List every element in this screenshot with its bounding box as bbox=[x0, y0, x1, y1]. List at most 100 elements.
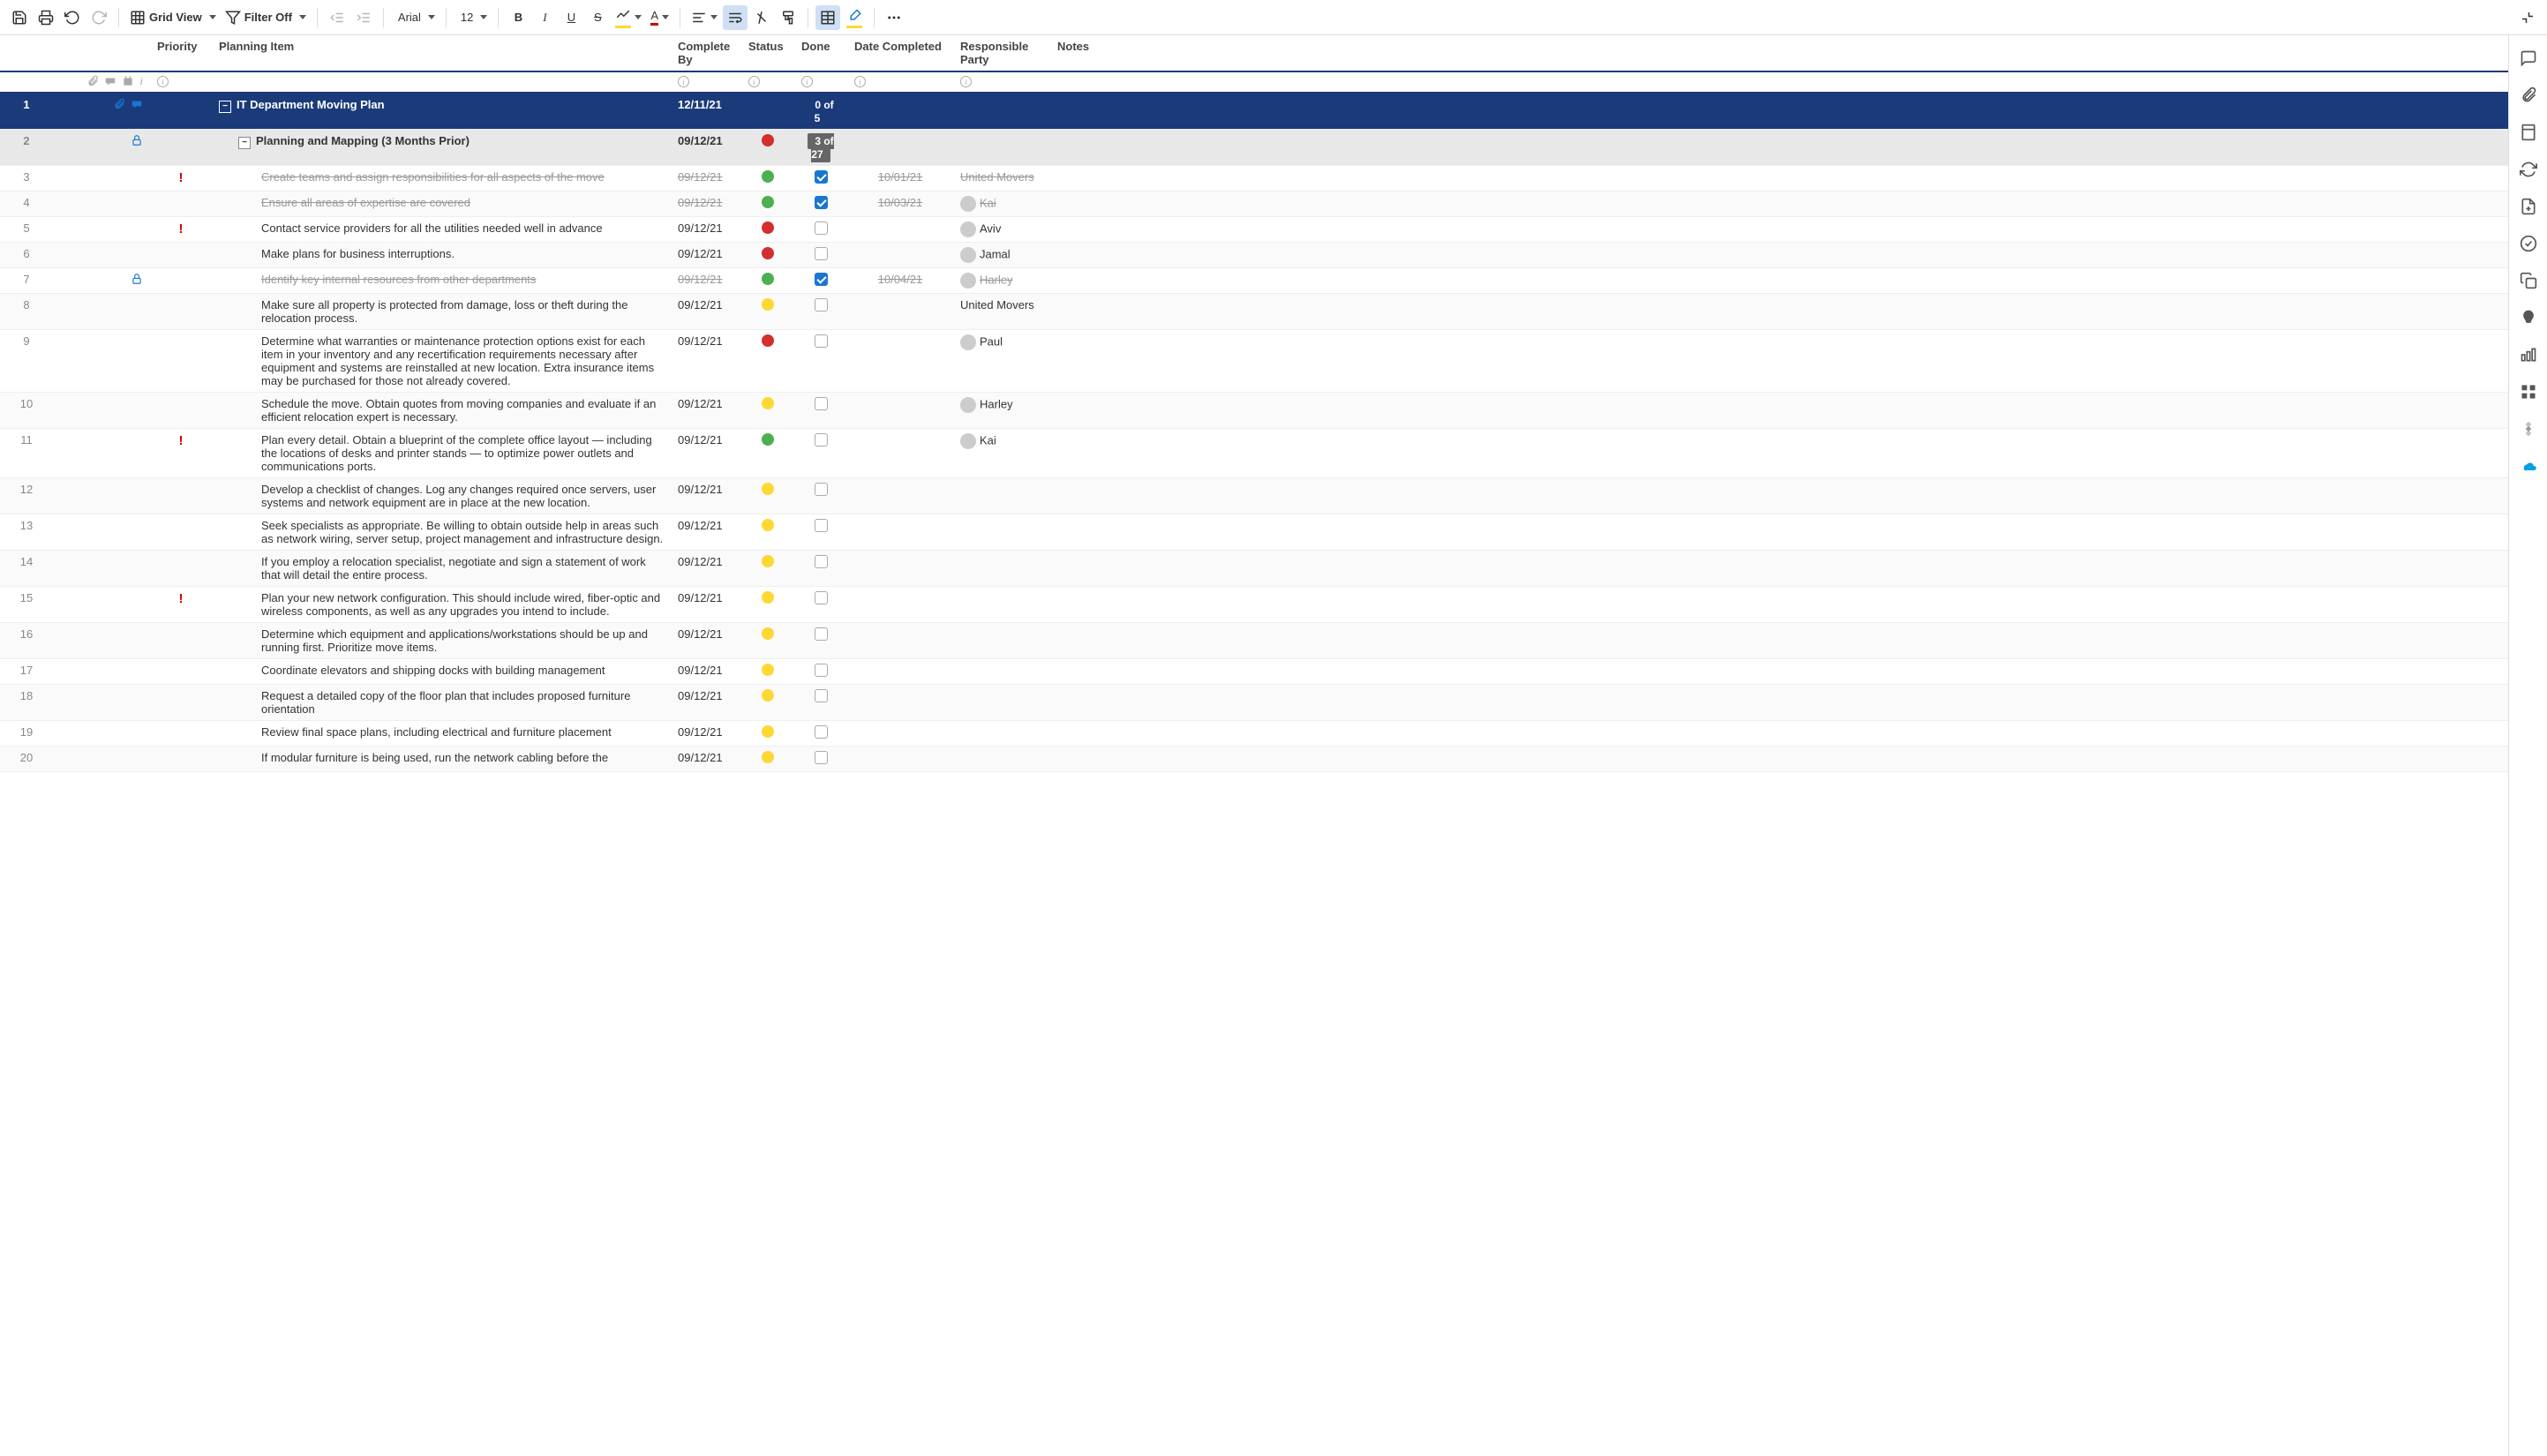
strike-button[interactable]: S bbox=[585, 5, 610, 30]
jira-button[interactable] bbox=[2518, 418, 2539, 439]
table-row[interactable]: 5 ! Contact service providers for all th… bbox=[0, 217, 2508, 243]
highlight2-button[interactable] bbox=[842, 5, 867, 30]
row-number[interactable]: 18 bbox=[0, 685, 53, 721]
table-row[interactable]: 12 Develop a checklist of changes. Log a… bbox=[0, 478, 2508, 514]
table-row[interactable]: 15 ! Plan your new network configuration… bbox=[0, 587, 2508, 623]
table-row[interactable]: 13 Seek specialists as appropriate. Be w… bbox=[0, 514, 2508, 551]
view-selector[interactable]: Grid View bbox=[126, 5, 220, 30]
attachment-icon[interactable] bbox=[113, 98, 125, 110]
table-row[interactable]: 11 ! Plan every detail. Obtain a bluepri… bbox=[0, 429, 2508, 478]
row-number[interactable]: 10 bbox=[0, 393, 53, 429]
italic-button[interactable]: I bbox=[532, 5, 557, 30]
table-row[interactable]: 18 Request a detailed copy of the floor … bbox=[0, 685, 2508, 721]
row-number[interactable]: 16 bbox=[0, 623, 53, 659]
row-number[interactable]: 8 bbox=[0, 294, 53, 330]
done-checkbox[interactable] bbox=[815, 397, 828, 410]
redo-button[interactable] bbox=[86, 5, 111, 30]
table-row[interactable]: 14 If you employ a relocation specialist… bbox=[0, 551, 2508, 587]
table-row[interactable]: 6 Make plans for business interruptions.… bbox=[0, 243, 2508, 268]
col-done[interactable]: Done bbox=[794, 35, 847, 71]
row-number[interactable]: 6 bbox=[0, 243, 53, 268]
done-checkbox[interactable] bbox=[815, 664, 828, 677]
table-row[interactable]: 10 Schedule the move. Obtain quotes from… bbox=[0, 393, 2508, 429]
col-status[interactable]: Status bbox=[741, 35, 794, 71]
comment-icon[interactable] bbox=[131, 98, 143, 110]
fontsize-selector[interactable]: 12 bbox=[454, 5, 491, 30]
table-row[interactable]: 2 −Planning and Mapping (3 Months Prior)… bbox=[0, 130, 2508, 166]
format-painter-button[interactable] bbox=[776, 5, 800, 30]
table-row[interactable]: 16 Determine which equipment and applica… bbox=[0, 623, 2508, 659]
save-button[interactable] bbox=[7, 5, 32, 30]
row-number[interactable]: 17 bbox=[0, 659, 53, 685]
col-complete-by[interactable]: Complete By bbox=[671, 35, 741, 71]
bold-button[interactable]: B bbox=[506, 5, 530, 30]
outdent-button[interactable] bbox=[325, 5, 349, 30]
done-checkbox[interactable] bbox=[815, 221, 828, 235]
done-checkbox[interactable] bbox=[815, 170, 828, 184]
apps-button[interactable] bbox=[2518, 381, 2539, 402]
col-date-completed[interactable]: Date Completed bbox=[847, 35, 953, 71]
brandfolder-button[interactable] bbox=[2518, 307, 2539, 328]
font-selector[interactable]: Arial bbox=[391, 5, 439, 30]
done-checkbox[interactable] bbox=[815, 689, 828, 702]
row-number[interactable]: 19 bbox=[0, 721, 53, 747]
grid[interactable]: Priority Planning Item Complete By Statu… bbox=[0, 35, 2508, 1456]
print-button[interactable] bbox=[34, 5, 58, 30]
done-checkbox[interactable] bbox=[815, 725, 828, 739]
summary-panel-button[interactable] bbox=[2518, 344, 2539, 365]
proof-panel-button[interactable] bbox=[2518, 122, 2539, 143]
underline-button[interactable]: U bbox=[559, 5, 583, 30]
done-checkbox[interactable] bbox=[815, 247, 828, 260]
row-number[interactable]: 13 bbox=[0, 514, 53, 551]
table-row[interactable]: 7 Identify key internal resources from o… bbox=[0, 268, 2508, 294]
expand-toggle[interactable]: − bbox=[238, 137, 251, 149]
table-row[interactable]: 17 Coordinate elevators and shipping doc… bbox=[0, 659, 2508, 685]
row-number[interactable]: 1 bbox=[0, 93, 53, 130]
done-checkbox[interactable] bbox=[815, 196, 828, 209]
salesforce-button[interactable] bbox=[2518, 455, 2539, 477]
filter-button[interactable]: Filter Off bbox=[222, 5, 310, 30]
row-number[interactable]: 12 bbox=[0, 478, 53, 514]
comments-panel-button[interactable] bbox=[2518, 48, 2539, 69]
attachments-panel-button[interactable] bbox=[2518, 85, 2539, 106]
done-checkbox[interactable] bbox=[815, 591, 828, 604]
done-checkbox[interactable] bbox=[815, 751, 828, 764]
add-file-button[interactable] bbox=[2518, 196, 2539, 217]
col-notes[interactable]: Notes bbox=[1050, 35, 2508, 71]
activity-panel-button[interactable] bbox=[2518, 233, 2539, 254]
expand-toggle[interactable]: − bbox=[219, 101, 231, 113]
done-checkbox[interactable] bbox=[815, 519, 828, 532]
wrap-button[interactable] bbox=[723, 5, 748, 30]
col-priority[interactable]: Priority bbox=[150, 35, 212, 71]
copy-panel-button[interactable] bbox=[2518, 270, 2539, 291]
row-number[interactable]: 11 bbox=[0, 429, 53, 478]
row-number[interactable]: 9 bbox=[0, 330, 53, 393]
fontcolor-button[interactable]: A bbox=[647, 5, 672, 30]
table-row[interactable]: 1 −IT Department Moving Plan 12/11/21 0 … bbox=[0, 93, 2508, 130]
done-checkbox[interactable] bbox=[815, 273, 828, 286]
indent-button[interactable] bbox=[351, 5, 376, 30]
row-number[interactable]: 4 bbox=[0, 191, 53, 217]
row-number[interactable]: 7 bbox=[0, 268, 53, 294]
table-row[interactable]: 8 Make sure all property is protected fr… bbox=[0, 294, 2508, 330]
highlight-button[interactable] bbox=[612, 5, 645, 30]
done-checkbox[interactable] bbox=[815, 298, 828, 311]
table-row[interactable]: 9 Determine what warranties or maintenan… bbox=[0, 330, 2508, 393]
row-number[interactable]: 20 bbox=[0, 747, 53, 772]
table-row[interactable]: 20 If modular furniture is being used, r… bbox=[0, 747, 2508, 772]
done-checkbox[interactable] bbox=[815, 334, 828, 348]
done-checkbox[interactable] bbox=[815, 555, 828, 568]
clear-format-button[interactable] bbox=[749, 5, 774, 30]
col-responsible-party[interactable]: Responsible Party bbox=[953, 35, 1050, 71]
more-button[interactable] bbox=[882, 5, 906, 30]
row-number[interactable]: 15 bbox=[0, 587, 53, 623]
collapse-button[interactable] bbox=[2515, 5, 2540, 30]
table-row[interactable]: 19 Review final space plans, including e… bbox=[0, 721, 2508, 747]
done-checkbox[interactable] bbox=[815, 627, 828, 641]
done-checkbox[interactable] bbox=[815, 483, 828, 496]
conditional-format-button[interactable] bbox=[815, 5, 840, 30]
refresh-button[interactable] bbox=[2518, 159, 2539, 180]
align-button[interactable] bbox=[687, 5, 721, 30]
undo-button[interactable] bbox=[60, 5, 85, 30]
col-planning-item[interactable]: Planning Item bbox=[212, 35, 671, 71]
